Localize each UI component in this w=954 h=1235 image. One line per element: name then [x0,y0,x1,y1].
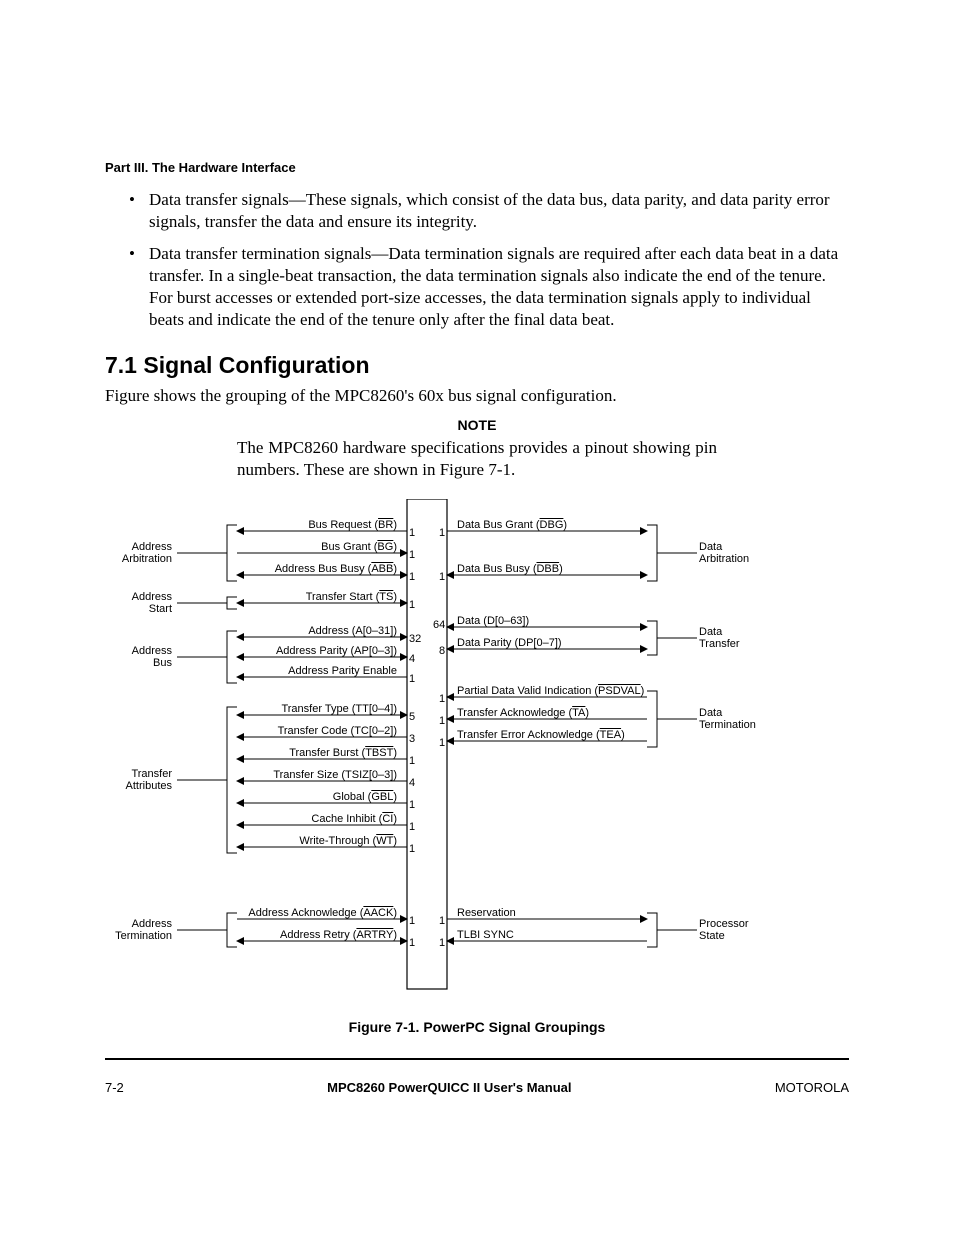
section-title: Signal Configuration [143,352,369,378]
signal-label: Global (GBL) [237,791,397,803]
bullet-list: Data transfer signals—These signals, whi… [105,189,849,332]
figure-caption: Figure 7-1. PowerPC Signal Groupings [105,1019,849,1035]
page: Part III. The Hardware Interface Data tr… [0,0,954,1235]
signal-label: Data (D[0–63]) [457,615,529,627]
signal-width: 1 [439,693,445,705]
signal-label: Cache Inhibit (CI) [237,813,397,825]
footer-brand: MOTOROLA [775,1080,849,1095]
signal-label: Address Retry (ARTRY) [227,929,397,941]
section-number: 7.1 [105,352,137,378]
signal-label: Address Acknowledge (AACK) [217,907,397,919]
group-label: AddressTermination [115,918,172,942]
signal-width: 1 [409,799,415,811]
signal-label: Address Parity (AP[0–3]) [237,645,397,657]
signal-width: 1 [409,571,415,583]
group-label: DataTransfer [699,626,740,650]
signal-label: Address (A[0–31]) [257,625,397,637]
signal-width: 1 [409,549,415,561]
signal-width: 1 [409,843,415,855]
signal-label: Address Bus Busy (ABB) [247,563,397,575]
signal-diagram: AddressArbitration AddressStart AddressB… [117,499,837,1009]
signal-width: 1 [409,915,415,927]
signal-label: Data Bus Grant (DBG) [457,519,567,531]
signal-width: 1 [439,915,445,927]
signal-width: 1 [409,599,415,611]
note-text: The MPC8260 hardware specifications prov… [237,437,717,481]
footer-manual-title: MPC8260 PowerQUICC II User's Manual [327,1080,571,1095]
signal-width: 1 [409,821,415,833]
note-heading: NOTE [105,417,849,433]
signal-label: Partial Data Valid Indication (PSDVAL) [457,685,644,697]
part-header: Part III. The Hardware Interface [105,160,849,175]
signal-label: Transfer Size (TSIZ[0–3]) [237,769,397,781]
signal-label: Transfer Error Acknowledge (TEA) [457,729,625,741]
signal-label: TLBI SYNC [457,929,514,941]
signal-width: 1 [439,571,445,583]
signal-width: 1 [439,715,445,727]
signal-width: 3 [409,733,415,745]
footer-page-number: 7-2 [105,1080,124,1095]
bullet-item: Data transfer signals—These signals, whi… [149,189,849,233]
bullet-item: Data transfer termination signals—Data t… [149,243,849,331]
group-label: DataArbitration [699,541,749,565]
signal-label: Transfer Start (TS) [257,591,397,603]
group-label: ProcessorState [699,918,749,942]
signal-width: 1 [439,737,445,749]
signal-width: 32 [409,633,421,645]
signal-width: 1 [409,937,415,949]
section-heading: 7.1 Signal Configuration [105,352,849,379]
signal-label: Transfer Code (TC[0–2]) [237,725,397,737]
group-label: DataTermination [699,707,756,731]
group-label: AddressStart [132,591,172,615]
signal-label: Bus Grant (BG) [257,541,397,553]
signal-label: Data Bus Busy (DBB) [457,563,563,575]
signal-label: Bus Request (BR) [257,519,397,531]
signal-width: 1 [409,755,415,767]
signal-label: Write-Through (WT) [237,835,397,847]
signal-label: Data Parity (DP[0–7]) [457,637,562,649]
signal-width: 8 [439,645,445,657]
signal-label: Address Parity Enable [237,665,397,677]
signal-width: 1 [409,673,415,685]
signal-width: 1 [409,527,415,539]
signal-width: 1 [439,937,445,949]
section-intro: Figure shows the grouping of the MPC8260… [105,385,849,407]
group-label: TransferAttributes [126,768,172,792]
signal-width: 64 [433,619,445,631]
signal-label: Transfer Type (TT[0–4]) [237,703,397,715]
signal-label: Transfer Burst (TBST) [237,747,397,759]
signal-width: 5 [409,711,415,723]
signal-label: Transfer Acknowledge (TA) [457,707,589,719]
signal-width: 4 [409,653,415,665]
page-footer: 7-2 MPC8260 PowerQUICC II User's Manual … [105,1058,849,1095]
group-label: AddressArbitration [122,541,172,565]
group-label: AddressBus [132,645,172,669]
signal-label: Reservation [457,907,516,919]
signal-width: 1 [439,527,445,539]
signal-width: 4 [409,777,415,789]
